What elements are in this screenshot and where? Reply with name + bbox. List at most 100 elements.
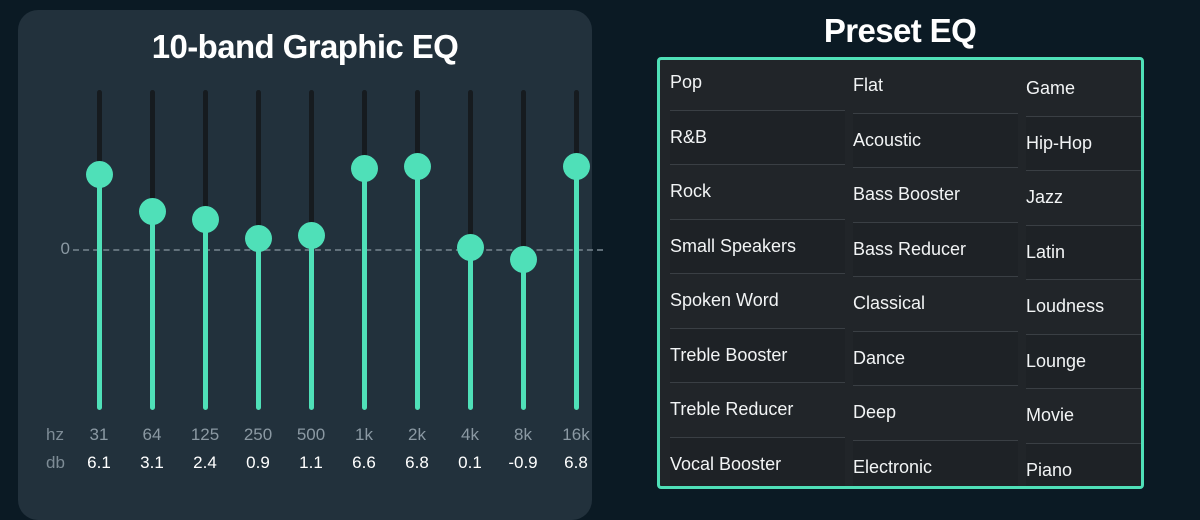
slider-knob[interactable] (192, 206, 219, 234)
preset-item[interactable]: Bass Booster (853, 168, 1018, 223)
preset-item[interactable]: Spoken Word (670, 274, 845, 329)
slider-knob[interactable] (139, 197, 166, 225)
band-gain-value: 6.1 (87, 453, 111, 472)
preset-item[interactable]: Movie (1026, 389, 1141, 444)
band-frequency-label: 8k (514, 425, 532, 444)
eq-band-slider-8k[interactable] (497, 90, 549, 410)
eq-band-slider-2k[interactable] (391, 90, 443, 410)
preset-item[interactable]: Treble Reducer (670, 383, 845, 438)
eq-band-slider-1k[interactable] (338, 90, 390, 410)
eq-label-grid: hz 31 64 125 250 500 1k 2k 4k 8k 16k db 6.1 3.1 2.4… (46, 425, 590, 481)
preset-item-label: R&B (670, 126, 708, 147)
preset-item-label: Small Speakers (670, 235, 797, 256)
preset-item[interactable]: Piano (1026, 443, 1141, 486)
preset-panel-title: Preset EQ (823, 12, 977, 49)
slider-fill (468, 247, 473, 410)
preset-item-label: Bass Reducer (853, 238, 967, 259)
eq-band-slider-500[interactable] (285, 90, 337, 410)
preset-column-1: Pop R&B Rock Small Speakers Spoken Word Trebl… (670, 60, 845, 486)
band-gain-value: 2.4 (193, 453, 217, 472)
preset-item-label: Dance (853, 347, 906, 368)
preset-item-label: Bass Booster (853, 184, 961, 205)
preset-column-3: Game Hip-Hop Jazz Latin Loudness Lounge Movie P… (1026, 62, 1141, 486)
band-gain-value: -0.9 (508, 453, 538, 472)
preset-item[interactable]: Classical (853, 277, 1018, 332)
preset-item-label: Flat (853, 75, 884, 96)
preset-item-label: Vocal Booster (670, 453, 782, 474)
slider-fill (309, 235, 314, 410)
slider-knob[interactable] (404, 152, 431, 180)
band-frequency-label: 250 (243, 425, 273, 444)
preset-item-label: Movie (1026, 405, 1075, 426)
preset-item-label: Loudness (1026, 296, 1105, 317)
slider-knob[interactable] (86, 161, 113, 189)
slider-knob[interactable] (457, 234, 484, 262)
hz-row-tag: hz (46, 425, 64, 444)
band-gain-value: 1.1 (299, 453, 323, 472)
slider-fill (415, 166, 420, 410)
slider-knob[interactable] (510, 246, 537, 274)
band-frequency-label: 125 (190, 425, 220, 444)
preset-item[interactable]: Jazz (1026, 171, 1141, 226)
preset-item-label: Lounge (1026, 350, 1087, 371)
preset-eq-list[interactable]: Pop R&B Rock Small Speakers Spoken Word Trebl… (657, 57, 1144, 489)
preset-item[interactable]: R&B (670, 110, 845, 165)
zero-db-label: 0 (60, 239, 70, 258)
band-frequency-label: 2k (408, 425, 426, 444)
preset-item-label: Treble Booster (670, 344, 788, 365)
eq-band-slider-16k[interactable] (550, 90, 602, 410)
band-gain-value: 6.8 (405, 453, 429, 472)
preset-item[interactable]: Hip-Hop (1026, 116, 1141, 171)
eq-band-slider-250[interactable] (232, 90, 284, 410)
preset-item[interactable]: Dance (853, 331, 1018, 386)
preset-item[interactable]: Loudness (1026, 280, 1141, 335)
eq-band-slider-31[interactable] (73, 90, 125, 410)
eq-gain-row: db 6.1 3.1 2.4 0.9 1.1 6.6 6.8 0.1 -0.9 6.8 (46, 453, 588, 481)
preset-item[interactable]: Small Speakers (670, 219, 845, 274)
band-gain-value: 6.8 (564, 453, 588, 472)
eq-panel-title: 10-band Graphic EQ (151, 28, 459, 65)
preset-item[interactable]: Pop (670, 60, 845, 111)
preset-item[interactable]: Acoustic (853, 113, 1018, 168)
preset-item[interactable]: Bass Reducer (853, 222, 1018, 277)
preset-item-label: Jazz (1026, 187, 1064, 208)
preset-item-label: Rock (670, 181, 712, 202)
preset-item[interactable]: Game (1026, 62, 1141, 117)
slider-fill (150, 211, 155, 410)
band-gain-value: 0.9 (246, 453, 270, 472)
eq-frequency-row: hz 31 64 125 250 500 1k 2k 4k 8k 16k (46, 425, 590, 453)
preset-item-label: Classical (853, 293, 926, 314)
preset-item[interactable]: Rock (670, 165, 845, 220)
slider-knob[interactable] (563, 152, 590, 180)
band-gain-value: 3.1 (140, 453, 164, 472)
preset-item-label: Acoustic (853, 129, 922, 150)
slider-fill (521, 259, 526, 410)
preset-column-2: Flat Acoustic Bass Booster Bass Reducer Clas… (853, 60, 1018, 486)
slider-knob[interactable] (298, 222, 325, 250)
eq-slider-group (73, 90, 603, 410)
preset-item-label: Piano (1026, 459, 1073, 480)
eq-band-slider-4k[interactable] (444, 90, 496, 410)
slider-knob[interactable] (245, 224, 272, 252)
band-gain-value: 0.1 (458, 453, 482, 472)
graphic-eq-card: 10-band Graphic EQ 0 hz 31 64 125 250 500 1k 2… (18, 10, 603, 520)
preset-item[interactable]: Electronic (853, 440, 1018, 486)
band-frequency-label: 31 (89, 425, 109, 444)
preset-item-label: Hip-Hop (1026, 132, 1093, 153)
eq-band-slider-125[interactable] (179, 90, 231, 410)
slider-knob[interactable] (351, 154, 378, 182)
preset-item-label: Spoken Word (670, 290, 779, 311)
preset-item-label: Game (1026, 78, 1076, 99)
preset-item[interactable]: Lounge (1026, 334, 1141, 389)
eq-band-slider-64[interactable] (126, 90, 178, 410)
preset-item[interactable]: Deep (853, 386, 1018, 441)
preset-item[interactable]: Vocal Booster (670, 437, 845, 486)
band-gain-value: 6.6 (352, 453, 376, 472)
preset-item-label: Treble Reducer (670, 399, 794, 420)
slider-fill (203, 219, 208, 410)
preset-item-label: Pop (670, 72, 703, 93)
preset-item[interactable]: Flat (853, 60, 1018, 114)
preset-item[interactable]: Latin (1026, 225, 1141, 280)
preset-item[interactable]: Treble Booster (670, 328, 845, 383)
band-frequency-label: 16k (562, 425, 590, 444)
